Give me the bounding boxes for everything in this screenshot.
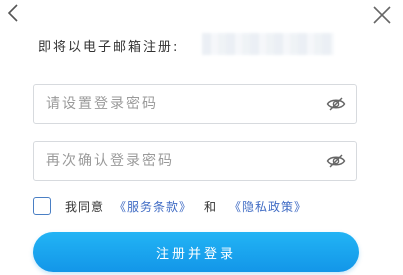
and-text: 和 — [204, 199, 218, 214]
register-and-login-button[interactable]: 注册并登录 — [33, 232, 359, 272]
terms-of-service-link[interactable]: 《服务条款》 — [114, 198, 192, 215]
register-prompt-label: 即将以电子邮箱注册: — [38, 39, 180, 55]
password-field[interactable] — [33, 84, 357, 124]
chevron-left-icon — [7, 4, 18, 22]
agree-checkbox[interactable] — [33, 197, 51, 215]
email-address-redacted — [202, 33, 334, 55]
password-input[interactable] — [44, 95, 326, 113]
close-icon — [373, 6, 391, 24]
privacy-policy-link[interactable]: 《隐私政策》 — [229, 198, 307, 215]
agreement-row: 我同意 《服务条款》 和 《隐私政策》 — [33, 195, 307, 217]
close-button[interactable] — [371, 4, 393, 26]
back-button[interactable] — [4, 2, 24, 26]
email-info-row: 即将以电子邮箱注册: — [38, 33, 179, 57]
eye-off-icon[interactable] — [326, 96, 346, 112]
confirm-password-input[interactable] — [44, 152, 326, 170]
eye-off-icon[interactable] — [326, 153, 346, 169]
confirm-password-field[interactable] — [33, 141, 357, 181]
agree-prefix-text: 我同意 — [65, 199, 105, 214]
